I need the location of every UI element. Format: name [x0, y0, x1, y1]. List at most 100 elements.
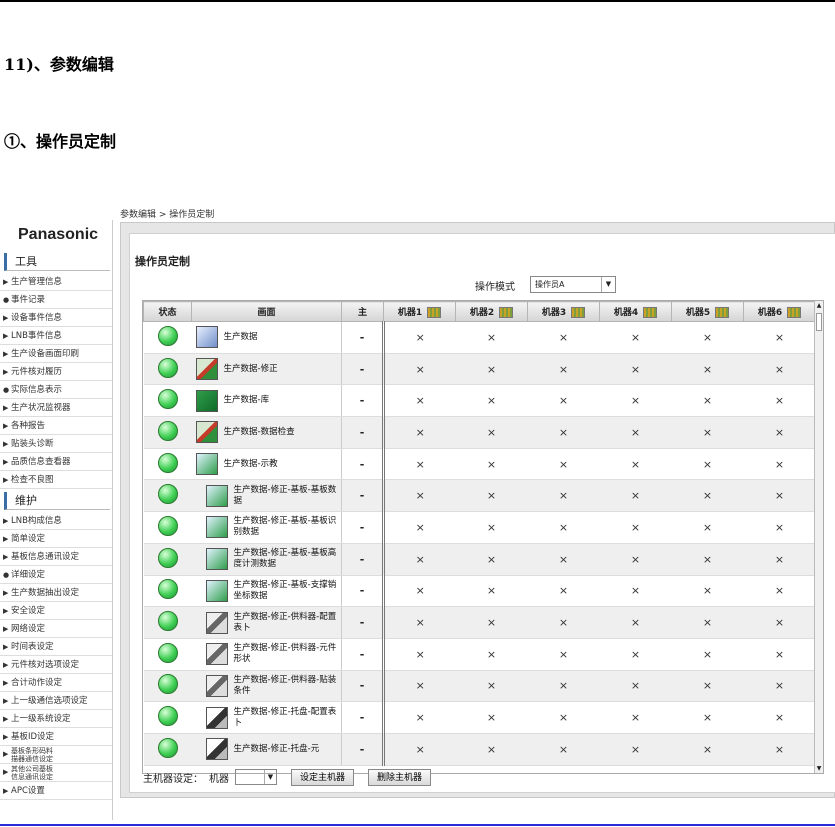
machine-permission-cell[interactable]: ×	[599, 384, 672, 418]
mode-select[interactable]: 操作员A ▼	[530, 276, 616, 293]
machine-permission-cell[interactable]: ×	[383, 384, 456, 418]
sidebar-item[interactable]: ▶ 上一级通信选项设定	[0, 692, 112, 710]
machine-permission-cell[interactable]: ×	[671, 670, 744, 703]
machine-permission-cell[interactable]: ×	[599, 575, 672, 608]
sidebar-item[interactable]: ▶ 生产设备画面印刷	[0, 345, 112, 363]
machine-permission-cell[interactable]: ×	[455, 479, 528, 513]
machine-permission-cell[interactable]: ×	[383, 701, 456, 734]
sidebar-item[interactable]: ▶ 上一级系统设定	[0, 710, 112, 728]
main-permission-cell[interactable]: -	[341, 606, 385, 639]
machine-permission-cell[interactable]: ×	[671, 479, 744, 513]
sidebar-item[interactable]: ▶ 基板ID设定	[0, 728, 112, 746]
main-permission-cell[interactable]: -	[341, 321, 385, 354]
machine-permission-cell[interactable]: ×	[383, 543, 456, 576]
delete-main-machine-button[interactable]: 删除主机器	[368, 768, 432, 786]
sidebar-item[interactable]: ▶ 各种报告	[0, 417, 112, 435]
sidebar-item[interactable]: ▶ 生产数据抽出设定	[0, 584, 112, 602]
machine-permission-cell[interactable]: ×	[383, 448, 456, 481]
machine-permission-cell[interactable]: ×	[527, 733, 600, 766]
machine-permission-cell[interactable]: ×	[455, 511, 528, 544]
machine-permission-cell[interactable]: ×	[527, 448, 600, 481]
machine-permission-cell[interactable]: ×	[671, 353, 744, 386]
machine-permission-cell[interactable]: ×	[743, 384, 816, 418]
main-permission-cell[interactable]: -	[341, 448, 385, 481]
machine-permission-cell[interactable]: ×	[455, 701, 528, 734]
machine-permission-cell[interactable]: ×	[743, 448, 816, 481]
machine-permission-cell[interactable]: ×	[671, 384, 744, 418]
machine-permission-cell[interactable]: ×	[671, 606, 744, 639]
machine-permission-cell[interactable]: ×	[527, 416, 600, 449]
sidebar-group-maintain[interactable]: 维护	[4, 492, 110, 510]
machine-permission-cell[interactable]: ×	[455, 416, 528, 449]
sidebar-item[interactable]: ▶ 安全设定	[0, 602, 112, 620]
sidebar-item[interactable]: ▶ 品质信息查看器	[0, 453, 112, 471]
vertical-scrollbar[interactable]: ▲ ▼	[814, 301, 823, 773]
machine-permission-cell[interactable]: ×	[671, 638, 744, 671]
machine-permission-cell[interactable]: ×	[527, 543, 600, 576]
machine-permission-cell[interactable]: ×	[599, 353, 672, 386]
machine-permission-cell[interactable]: ×	[671, 701, 744, 734]
main-permission-cell[interactable]: -	[341, 670, 385, 703]
machine-permission-cell[interactable]: ×	[671, 733, 744, 766]
sidebar-item[interactable]: ▶ 合计动作设定	[0, 674, 112, 692]
machine-permission-cell[interactable]: ×	[599, 416, 672, 449]
machine-permission-cell[interactable]: ×	[743, 353, 816, 386]
machine-permission-cell[interactable]: ×	[671, 543, 744, 576]
machine-permission-cell[interactable]: ×	[671, 511, 744, 544]
machine-permission-cell[interactable]: ×	[383, 416, 456, 449]
main-permission-cell[interactable]: -	[341, 638, 385, 671]
machine-permission-cell[interactable]: ×	[743, 701, 816, 734]
sidebar-item[interactable]: ▶ 生产状况监视器	[0, 399, 112, 417]
machine-permission-cell[interactable]: ×	[455, 606, 528, 639]
sidebar-item[interactable]: ▶ 时间表设定	[0, 638, 112, 656]
machine-permission-cell[interactable]: ×	[527, 638, 600, 671]
machine-permission-cell[interactable]: ×	[743, 416, 816, 449]
main-permission-cell[interactable]: -	[341, 701, 385, 734]
sidebar-item[interactable]: ● 实际信息表示	[0, 381, 112, 399]
machine-permission-cell[interactable]: ×	[383, 670, 456, 703]
machine-permission-cell[interactable]: ×	[383, 606, 456, 639]
machine-permission-cell[interactable]: ×	[599, 479, 672, 513]
machine-permission-cell[interactable]: ×	[527, 384, 600, 418]
machine-permission-cell[interactable]: ×	[743, 670, 816, 703]
machine-permission-cell[interactable]: ×	[743, 575, 816, 608]
machine-permission-cell[interactable]: ×	[599, 321, 672, 354]
sidebar-item[interactable]: ▶ 元件核对选项设定	[0, 656, 112, 674]
machine-permission-cell[interactable]: ×	[743, 511, 816, 544]
machine-select[interactable]: ▼	[235, 769, 277, 785]
main-permission-cell[interactable]: -	[341, 384, 385, 418]
machine-permission-cell[interactable]: ×	[455, 353, 528, 386]
main-permission-cell[interactable]: -	[341, 479, 385, 513]
machine-permission-cell[interactable]: ×	[671, 575, 744, 608]
machine-permission-cell[interactable]: ×	[743, 606, 816, 639]
chevron-down-icon[interactable]: ▼	[264, 770, 276, 784]
machine-permission-cell[interactable]: ×	[527, 353, 600, 386]
machine-permission-cell[interactable]: ×	[455, 321, 528, 354]
sidebar-item[interactable]: ● 详细设定	[0, 566, 112, 584]
sidebar-item[interactable]: ▶ 其他公司基板 信息通讯设定	[0, 764, 112, 782]
scroll-thumb[interactable]	[816, 313, 822, 331]
sidebar-item[interactable]: ▶ 生产管理信息	[0, 273, 112, 291]
main-permission-cell[interactable]: -	[341, 733, 385, 766]
machine-permission-cell[interactable]: ×	[383, 638, 456, 671]
machine-permission-cell[interactable]: ×	[527, 701, 600, 734]
machine-permission-cell[interactable]: ×	[671, 416, 744, 449]
machine-permission-cell[interactable]: ×	[599, 670, 672, 703]
machine-permission-cell[interactable]: ×	[455, 448, 528, 481]
machine-permission-cell[interactable]: ×	[455, 638, 528, 671]
machine-permission-cell[interactable]: ×	[383, 733, 456, 766]
machine-permission-cell[interactable]: ×	[527, 670, 600, 703]
machine-permission-cell[interactable]: ×	[455, 733, 528, 766]
chevron-down-icon[interactable]: ▼	[601, 277, 615, 292]
machine-permission-cell[interactable]: ×	[599, 511, 672, 544]
sidebar-item[interactable]: ▶ 基板条形码料 描器通信设定	[0, 746, 112, 764]
machine-permission-cell[interactable]: ×	[671, 448, 744, 481]
machine-permission-cell[interactable]: ×	[527, 606, 600, 639]
machine-permission-cell[interactable]: ×	[599, 701, 672, 734]
machine-permission-cell[interactable]: ×	[455, 670, 528, 703]
machine-permission-cell[interactable]: ×	[527, 479, 600, 513]
machine-permission-cell[interactable]: ×	[455, 384, 528, 418]
scroll-up-icon[interactable]: ▲	[815, 301, 823, 310]
sidebar-item[interactable]: ● 事件记录	[0, 291, 112, 309]
sidebar-item[interactable]: ▶ 贴装头诊断	[0, 435, 112, 453]
